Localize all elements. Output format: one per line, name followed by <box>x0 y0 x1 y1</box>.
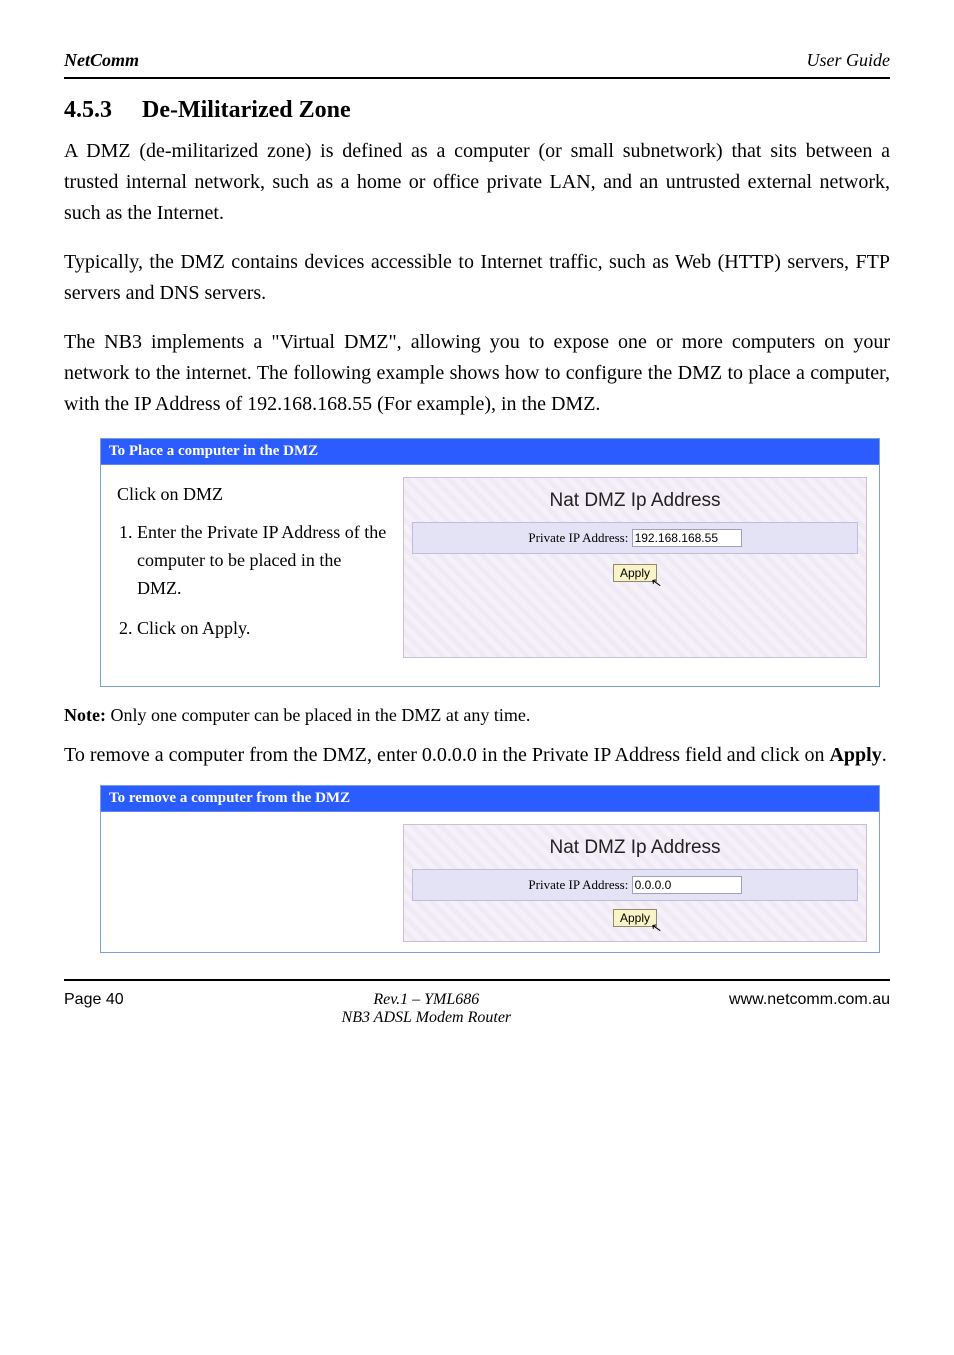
panel-remove-dmz: To remove a computer from the DMZ Nat DM… <box>100 785 880 953</box>
panel2-field-label: Private IP Address: <box>528 877 628 892</box>
panel1-step-2: Click on Apply. <box>137 615 389 643</box>
panel2-box-title: Nat DMZ Ip Address <box>412 833 858 869</box>
note-label: Note: <box>64 705 106 725</box>
panel1-title: To Place a computer in the DMZ <box>101 439 879 465</box>
footer-url: www.netcomm.com.au <box>729 991 890 1027</box>
note-text: Only one computer can be placed in the D… <box>110 705 530 725</box>
panel1-box-title: Nat DMZ Ip Address <box>412 486 858 522</box>
cursor-icon: ↖ <box>650 574 664 592</box>
panel2-left <box>113 824 403 942</box>
panel2-field-row: Private IP Address: <box>412 869 858 901</box>
panel1-form-area: Nat DMZ Ip Address Private IP Address: A… <box>403 477 867 658</box>
apply-button-label: Apply <box>620 566 650 580</box>
panel1-field-row: Private IP Address: <box>412 522 858 554</box>
private-ip-input[interactable] <box>632 529 742 547</box>
paragraph-2: Typically, the DMZ contains devices acce… <box>64 247 890 309</box>
footer-rev: Rev.1 – YML686 <box>342 991 512 1009</box>
header-brand: NetComm <box>64 50 139 71</box>
private-ip-input-remove[interactable] <box>632 876 742 894</box>
panel1-left-instructions: Click on DMZ Enter the Private IP Addres… <box>113 477 403 658</box>
panel1-step-1: Enter the Private IP Address of the comp… <box>137 519 389 603</box>
apply-button[interactable]: Apply ↖ <box>613 564 657 582</box>
footer-page-number: Page 40 <box>64 991 124 1027</box>
remove-instruction: To remove a computer from the DMZ, enter… <box>64 740 890 771</box>
panel-place-dmz: To Place a computer in the DMZ Click on … <box>100 438 880 687</box>
panel1-field-label: Private IP Address: <box>528 530 628 545</box>
footer-pdf-name: NB3 ADSL Modem Router <box>342 1009 512 1027</box>
apply-button-remove[interactable]: Apply ↖ <box>613 909 657 927</box>
apply-button-remove-label: Apply <box>620 911 650 925</box>
header-doc-title: User Guide <box>807 50 891 71</box>
panel2-title: To remove a computer from the DMZ <box>101 786 879 812</box>
panel2-form-area: Nat DMZ Ip Address Private IP Address: A… <box>403 824 867 942</box>
paragraph-1: A DMZ (de-militarized zone) is defined a… <box>64 136 890 229</box>
section-number: 4.5.3 <box>64 97 112 123</box>
footer-rule <box>64 979 890 981</box>
header-rule <box>64 77 890 79</box>
paragraph-3: The NB3 implements a "Virtual DMZ", allo… <box>64 327 890 420</box>
panel1-left-intro: Click on DMZ <box>117 481 389 509</box>
cursor-icon: ↖ <box>650 920 664 938</box>
section-title: De-Militarized Zone <box>142 97 351 123</box>
